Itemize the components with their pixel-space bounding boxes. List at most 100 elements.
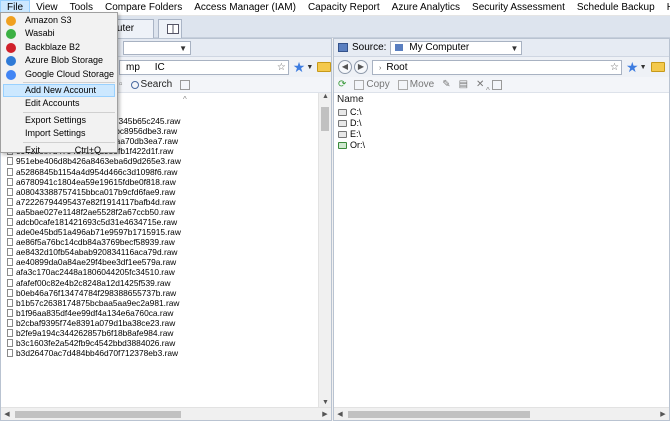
delete-icon[interactable]: ✕ <box>476 79 484 90</box>
list-item[interactable]: b1b57c2638174875bcbaa5aa9ec2a981.raw <box>1 298 319 308</box>
menu-item-label: Add New Account <box>25 84 97 95</box>
list-item[interactable]: a08043388757415bbca017b9cfd6fae9.raw <box>1 187 319 197</box>
file-icon <box>7 157 13 166</box>
refresh-icon[interactable]: ⟳ <box>338 79 346 90</box>
properties-icon[interactable]: ▤ <box>459 79 468 90</box>
menu-security-assessment[interactable]: Security Assessment <box>466 0 571 16</box>
scroll-right-icon[interactable]: ▶ <box>657 408 669 421</box>
right-column-header[interactable]: Name ^ <box>334 86 669 107</box>
file-menu-exit[interactable]: Exit Ctrl+Q <box>1 144 117 157</box>
left-source-select[interactable]: ▼ <box>123 40 191 55</box>
favorites-star-icon[interactable]: ★ <box>626 59 639 76</box>
copy-button[interactable]: Copy <box>354 79 390 90</box>
list-item[interactable]: a5286845b1154a4d954d466c3d1098f6.raw <box>1 166 319 177</box>
folder-icon[interactable] <box>650 62 665 72</box>
list-item[interactable]: b2cbaf9395f74e8391a079d1ba38ce23.raw <box>1 318 319 328</box>
source-label: Source: <box>352 42 387 53</box>
list-item[interactable]: D:\ <box>334 118 669 129</box>
move-button[interactable]: Move <box>397 79 434 90</box>
right-pane: Source: My Computer ▼ ◀ ▶ › Root ☆ ★ ▼ ⟳ … <box>333 38 670 421</box>
file-menu-edit-accounts[interactable]: Edit Accounts <box>1 97 117 110</box>
list-item[interactable]: afa3c170ac2448a1806044205fc34510.raw <box>1 267 319 277</box>
left-path-text-2: IC <box>154 61 165 73</box>
right-toolbar: ⟳ Copy Move ✎ ▤ ✕ <box>334 77 669 93</box>
list-item[interactable]: Or:\ <box>334 140 669 151</box>
wasabi-icon <box>6 29 16 40</box>
forward-arrow-icon[interactable]: ▶ <box>354 60 368 74</box>
left-horizontal-scrollbar[interactable]: ◀ ▶ <box>1 407 331 420</box>
amazon-s3-icon <box>6 16 16 26</box>
new-tab-icon <box>167 24 179 34</box>
file-name: afafef00c82e4b2c8248a12d1425f539.raw <box>16 277 171 288</box>
file-icon <box>7 288 13 297</box>
list-item[interactable]: ae8432d10fb54abab920834116aca79d.raw <box>1 247 319 257</box>
scroll-up-icon[interactable]: ▲ <box>319 93 332 105</box>
list-item[interactable]: ade0e45bd51a496ab71e9597b1715915.raw <box>1 227 319 237</box>
list-item[interactable]: aa5bae027e1148f2ae5528f2a67ccb50.raw <box>1 207 319 217</box>
chevron-down-icon[interactable]: ▼ <box>306 64 313 71</box>
search-label: Search <box>140 79 173 90</box>
star-outline-icon[interactable]: ☆ <box>610 61 619 74</box>
new-tab-button[interactable] <box>158 19 182 38</box>
menu-azure-analytics[interactable]: Azure Analytics <box>386 0 466 16</box>
scroll-thumb[interactable] <box>321 107 329 131</box>
list-item[interactable]: 951ebe406d8b426a8463eba6d9d265e3.raw <box>1 156 319 166</box>
search-icon <box>130 80 139 89</box>
scroll-thumb[interactable] <box>348 411 530 418</box>
list-item[interactable]: ae86f5a76bc14cdb84a3769becf58939.raw <box>1 237 319 247</box>
file-icon <box>7 308 13 317</box>
google-cloud-icon <box>6 69 16 80</box>
left-path-input[interactable]: mp IC ☆ <box>119 59 289 75</box>
scroll-left-icon[interactable]: ◀ <box>1 408 13 421</box>
star-outline-icon[interactable]: ☆ <box>277 61 286 74</box>
file-name: ade0e45bd51a496ab71e9597b1715915.raw <box>16 227 181 238</box>
menu-capacity-report[interactable]: Capacity Report <box>302 0 386 16</box>
file-icon <box>7 167 13 176</box>
list-item[interactable]: C:\ <box>334 107 669 118</box>
file-menu-amazon-s3[interactable]: Amazon S3 <box>1 14 117 27</box>
list-item[interactable]: b1f96aa835df4ee99df4a134e6a760ca.raw <box>1 308 319 318</box>
source-value: My Computer <box>409 41 470 53</box>
list-item[interactable]: a72226794495437e82f1914117bafb4d.raw <box>1 197 319 207</box>
rename-icon[interactable]: ✎ <box>442 79 450 90</box>
left-toolbar-tool-icons: ▫ <box>119 79 123 90</box>
list-item[interactable]: b3d26470ac7d484bb46d70f712378eb3.raw <box>1 348 319 358</box>
list-item[interactable]: adcb0cafe181421693c5d31e4634715e.raw <box>1 217 319 227</box>
favorites-star-icon[interactable]: ★ <box>293 59 306 76</box>
menu-item-label: Edit Accounts <box>25 98 80 109</box>
file-menu-import-settings[interactable]: Import Settings <box>1 127 117 140</box>
view-toggle-icon[interactable] <box>492 79 503 90</box>
source-select[interactable]: My Computer ▼ <box>390 40 523 55</box>
file-menu-wasabi[interactable]: Wasabi <box>1 27 117 40</box>
list-item[interactable]: E:\ <box>334 129 669 140</box>
scroll-left-icon[interactable]: ◀ <box>334 408 346 421</box>
list-item[interactable]: afafef00c82e4b2c8248a12d1425f539.raw <box>1 278 319 288</box>
file-menu-google-cloud-storage[interactable]: Google Cloud Storage <box>1 68 117 81</box>
menu-help[interactable]: Help <box>661 0 670 16</box>
file-menu-backblaze-b2[interactable]: Backblaze B2 <box>1 41 117 54</box>
right-horizontal-scrollbar[interactable]: ◀ ▶ <box>334 407 669 420</box>
list-item[interactable]: b2fe9a194c344262857b6f18b8afe984.raw <box>1 328 319 338</box>
chevron-right-icon: › <box>379 64 382 72</box>
list-item[interactable]: ae40899da0a84ae29f4bee3df1ee579a.raw <box>1 257 319 267</box>
file-menu-export-settings[interactable]: Export Settings <box>1 114 117 127</box>
menu-access-manager[interactable]: Access Manager (IAM) <box>188 0 302 16</box>
list-item[interactable]: a6780941c1804ea59e19615fdbe0f818.raw <box>1 177 319 187</box>
view-toggle-icon[interactable] <box>180 79 191 90</box>
list-item[interactable]: b0eb46a76f13474784f298388655737b.raw <box>1 288 319 298</box>
back-arrow-icon[interactable]: ◀ <box>338 60 352 74</box>
scroll-right-icon[interactable]: ▶ <box>319 408 331 421</box>
file-menu-add-new-account[interactable]: Add New Account <box>3 83 115 98</box>
left-vertical-scrollbar[interactable]: ▲ ▼ <box>318 93 331 411</box>
chevron-down-icon[interactable]: ▼ <box>640 64 647 71</box>
list-item[interactable]: b3c1603fe2a542fb9c4542bbd3884026.raw <box>1 338 319 348</box>
scroll-thumb[interactable] <box>15 411 181 418</box>
file-menu-azure-blob-storage[interactable]: Azure Blob Storage <box>1 54 117 67</box>
my-computer-icon <box>395 43 404 51</box>
search-button[interactable]: Search <box>130 79 173 90</box>
right-path-input[interactable]: › Root ☆ <box>372 59 622 75</box>
folder-icon[interactable] <box>317 62 331 72</box>
copy-icon <box>354 79 365 90</box>
menu-schedule-backup[interactable]: Schedule Backup <box>571 0 661 16</box>
file-name: ae86f5a76bc14cdb84a3769becf58939.raw <box>16 237 175 248</box>
